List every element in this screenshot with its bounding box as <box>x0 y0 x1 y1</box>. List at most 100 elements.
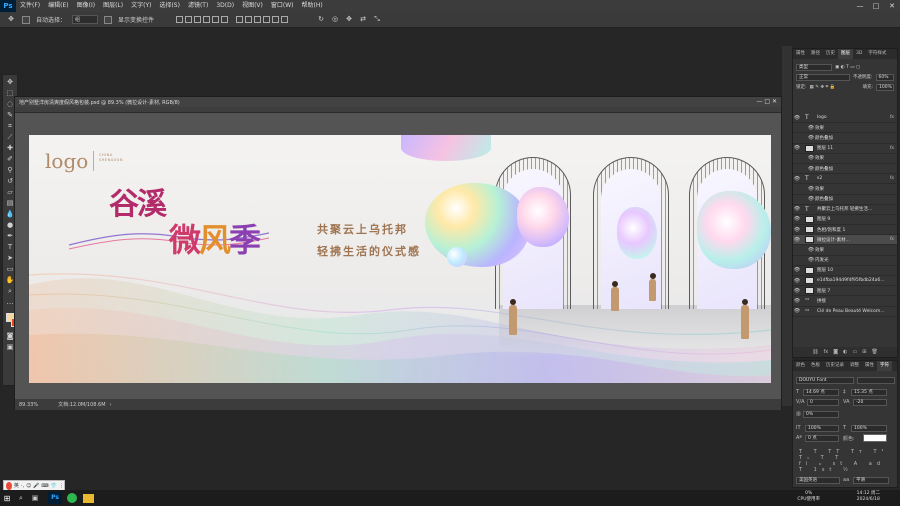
layer-row[interactable]: 👁 Ts2 fx <box>793 174 897 185</box>
tab-paths[interactable]: 路径 <box>808 49 823 59</box>
distribute-left-icon[interactable] <box>263 16 271 23</box>
layer-effect-row[interactable]: 👁 颜色叠加 <box>793 195 897 205</box>
visibility-eye-icon[interactable]: 👁 <box>807 247 815 253</box>
distribute-right-icon[interactable] <box>281 16 289 23</box>
menu-help[interactable]: 帮助(H) <box>298 0 327 12</box>
layer-effect-row[interactable]: 👁 效果 <box>793 154 897 164</box>
menu-type[interactable]: 文字(Y) <box>127 0 155 12</box>
align-bottom-icon[interactable] <box>194 16 202 23</box>
tab-props[interactable]: 属性 <box>862 361 877 371</box>
menu-select[interactable]: 选择(S) <box>155 0 184 12</box>
tab-adjustments[interactable]: 调整 <box>847 361 862 371</box>
visibility-eye-icon[interactable]: 👁 <box>793 308 801 314</box>
visibility-eye-icon[interactable]: 👁 <box>793 278 801 284</box>
vertical-scale-field[interactable]: 100% <box>805 425 839 432</box>
layer-row[interactable]: 👁 图层 11 fx <box>793 144 897 154</box>
folder-taskbar-icon[interactable] <box>83 493 94 503</box>
layer-effect-row[interactable]: 👁 颜色叠加 <box>793 133 897 144</box>
font-style-select[interactable] <box>857 377 895 384</box>
3d-slide-icon[interactable]: ⇄ <box>358 15 368 24</box>
tab-char-styles[interactable]: 字符样式 <box>865 49 889 59</box>
3d-rotate-icon[interactable]: ↻ <box>316 15 326 24</box>
new-group-icon[interactable]: ▭ <box>853 347 858 357</box>
distribute-top-icon[interactable] <box>236 16 244 23</box>
visibility-eye-icon[interactable]: 👁 <box>807 196 815 202</box>
visibility-eye-icon[interactable]: 👁 <box>793 206 801 212</box>
add-mask-icon[interactable]: ◙ <box>833 347 838 357</box>
artwork-canvas[interactable]: logo CHINA SHENGXUN 谷溪 微风季 共聚云上乌托邦 轻拂生活的… <box>29 135 771 383</box>
ime-keyboard-icon[interactable]: ⌨ <box>42 483 49 489</box>
tab-history[interactable]: 历史 <box>823 49 838 59</box>
distribute-center-icon[interactable] <box>272 16 280 23</box>
status-menu-arrow-icon[interactable]: › <box>110 402 112 408</box>
menu-file[interactable]: 文件(F) <box>16 0 44 12</box>
layer-row[interactable]: 👁 图层 9 <box>793 215 897 226</box>
layer-effect-row[interactable]: 👁 效果 <box>793 123 897 134</box>
visibility-eye-icon[interactable]: 👁 <box>793 237 801 243</box>
leading-field[interactable]: 15.35 点 <box>851 389 887 396</box>
tab-layers[interactable]: 图层 <box>838 49 853 59</box>
opentype-buttons[interactable]: fi ℴ st A ad T 1st ½ <box>799 461 897 473</box>
3d-pan-icon[interactable]: ✥ <box>344 15 354 24</box>
layer-row[interactable]: 👁 图层 7 <box>793 286 897 297</box>
wechat-taskbar-icon[interactable] <box>67 493 77 503</box>
tsume-field[interactable]: 0% <box>803 411 839 418</box>
baseline-field[interactable]: 0 点 <box>805 435 839 442</box>
ime-skin-icon[interactable]: 👕 <box>51 483 57 489</box>
distribute-middle-icon[interactable] <box>245 16 253 23</box>
fill-value[interactable]: 100% <box>876 83 894 91</box>
new-layer-icon[interactable]: ⊞ <box>862 347 866 357</box>
tracking-field[interactable]: -20 <box>853 399 887 406</box>
align-middle-icon[interactable] <box>185 16 193 23</box>
tab-properties[interactable]: 属性 <box>793 49 808 59</box>
layer-row[interactable]: 👁 微拉设计-素材... fx <box>793 235 897 246</box>
sogou-icon[interactable] <box>6 481 12 490</box>
fx-indicator-icon[interactable]: fx <box>890 115 894 120</box>
text-style-buttons[interactable]: T T TT Tт T¹ T₁ T T <box>799 449 897 461</box>
auto-select-dropdown[interactable]: 组 <box>72 15 99 24</box>
layer-row[interactable]: 👁 图层 10 <box>793 266 897 276</box>
ime-menu-icon[interactable]: ⋮ <box>59 483 64 489</box>
layer-effect-row[interactable]: 👁 内发光 <box>793 256 897 266</box>
visibility-eye-icon[interactable]: 👁 <box>807 166 815 172</box>
link-layers-icon[interactable]: ⛓ <box>812 347 818 357</box>
zoom-level[interactable]: 89.33% <box>19 402 38 408</box>
ime-emoji-icon[interactable]: ☺ <box>26 483 31 489</box>
visibility-eye-icon[interactable]: 👁 <box>807 155 815 161</box>
visibility-eye-icon[interactable]: 👁 <box>807 186 815 192</box>
fx-indicator-icon[interactable]: fx <box>890 237 894 242</box>
fx-indicator-icon[interactable]: fx <box>890 176 894 181</box>
visibility-eye-icon[interactable]: 👁 <box>793 145 801 151</box>
task-view-icon[interactable]: ▣ <box>28 494 42 502</box>
move-tool-icon[interactable]: ✥ <box>6 15 16 24</box>
layer-effect-row[interactable]: 👁 效果 <box>793 245 897 256</box>
font-size-field[interactable]: 14.69 点 <box>803 389 839 396</box>
menu-edit[interactable]: 编辑(E) <box>44 0 72 12</box>
delete-layer-icon[interactable]: 🗑 <box>871 347 877 357</box>
distribute-bottom-icon[interactable] <box>254 16 262 23</box>
tab-character[interactable]: 字符 <box>877 361 892 371</box>
ime-language[interactable]: 英 <box>14 482 19 489</box>
tab-3d[interactable]: 3D <box>853 49 865 59</box>
language-select[interactable]: 美国英语 <box>796 477 840 484</box>
tab-swatches[interactable]: 色板 <box>808 361 823 371</box>
system-clock[interactable]: 14:12 周二 2024/6/18 <box>857 491 880 503</box>
fx-indicator-icon[interactable]: fx <box>890 146 894 151</box>
text-color-swatch[interactable] <box>863 434 887 442</box>
document-size[interactable]: 文档:12.0M/108.6M <box>58 401 105 408</box>
align-top-icon[interactable] <box>176 16 184 23</box>
document-window-controls[interactable]: — □ ✕ <box>756 97 777 107</box>
lock-icons[interactable]: ▦ ✎ ✥ ⌗ 🔒 <box>810 84 836 90</box>
show-transform-checkbox[interactable] <box>104 15 113 24</box>
tab-color[interactable]: 颜色 <box>793 361 808 371</box>
menu-image[interactable]: 图像(I) <box>73 0 99 12</box>
opacity-value[interactable]: 60% <box>875 73 894 81</box>
font-family-select[interactable]: DOUYU Font <box>796 377 854 384</box>
filter-icons[interactable]: ▣ ◐ T ▭ ▢ <box>835 65 860 70</box>
minimize-button[interactable]: — <box>852 0 868 12</box>
blend-mode-select[interactable]: 正常 <box>796 73 850 81</box>
ime-punctuation-icon[interactable]: ·, <box>21 483 24 489</box>
menu-layer[interactable]: 图层(L) <box>99 0 127 12</box>
visibility-eye-icon[interactable]: 👁 <box>793 227 801 233</box>
photoshop-taskbar-icon[interactable]: Ps <box>48 492 62 504</box>
